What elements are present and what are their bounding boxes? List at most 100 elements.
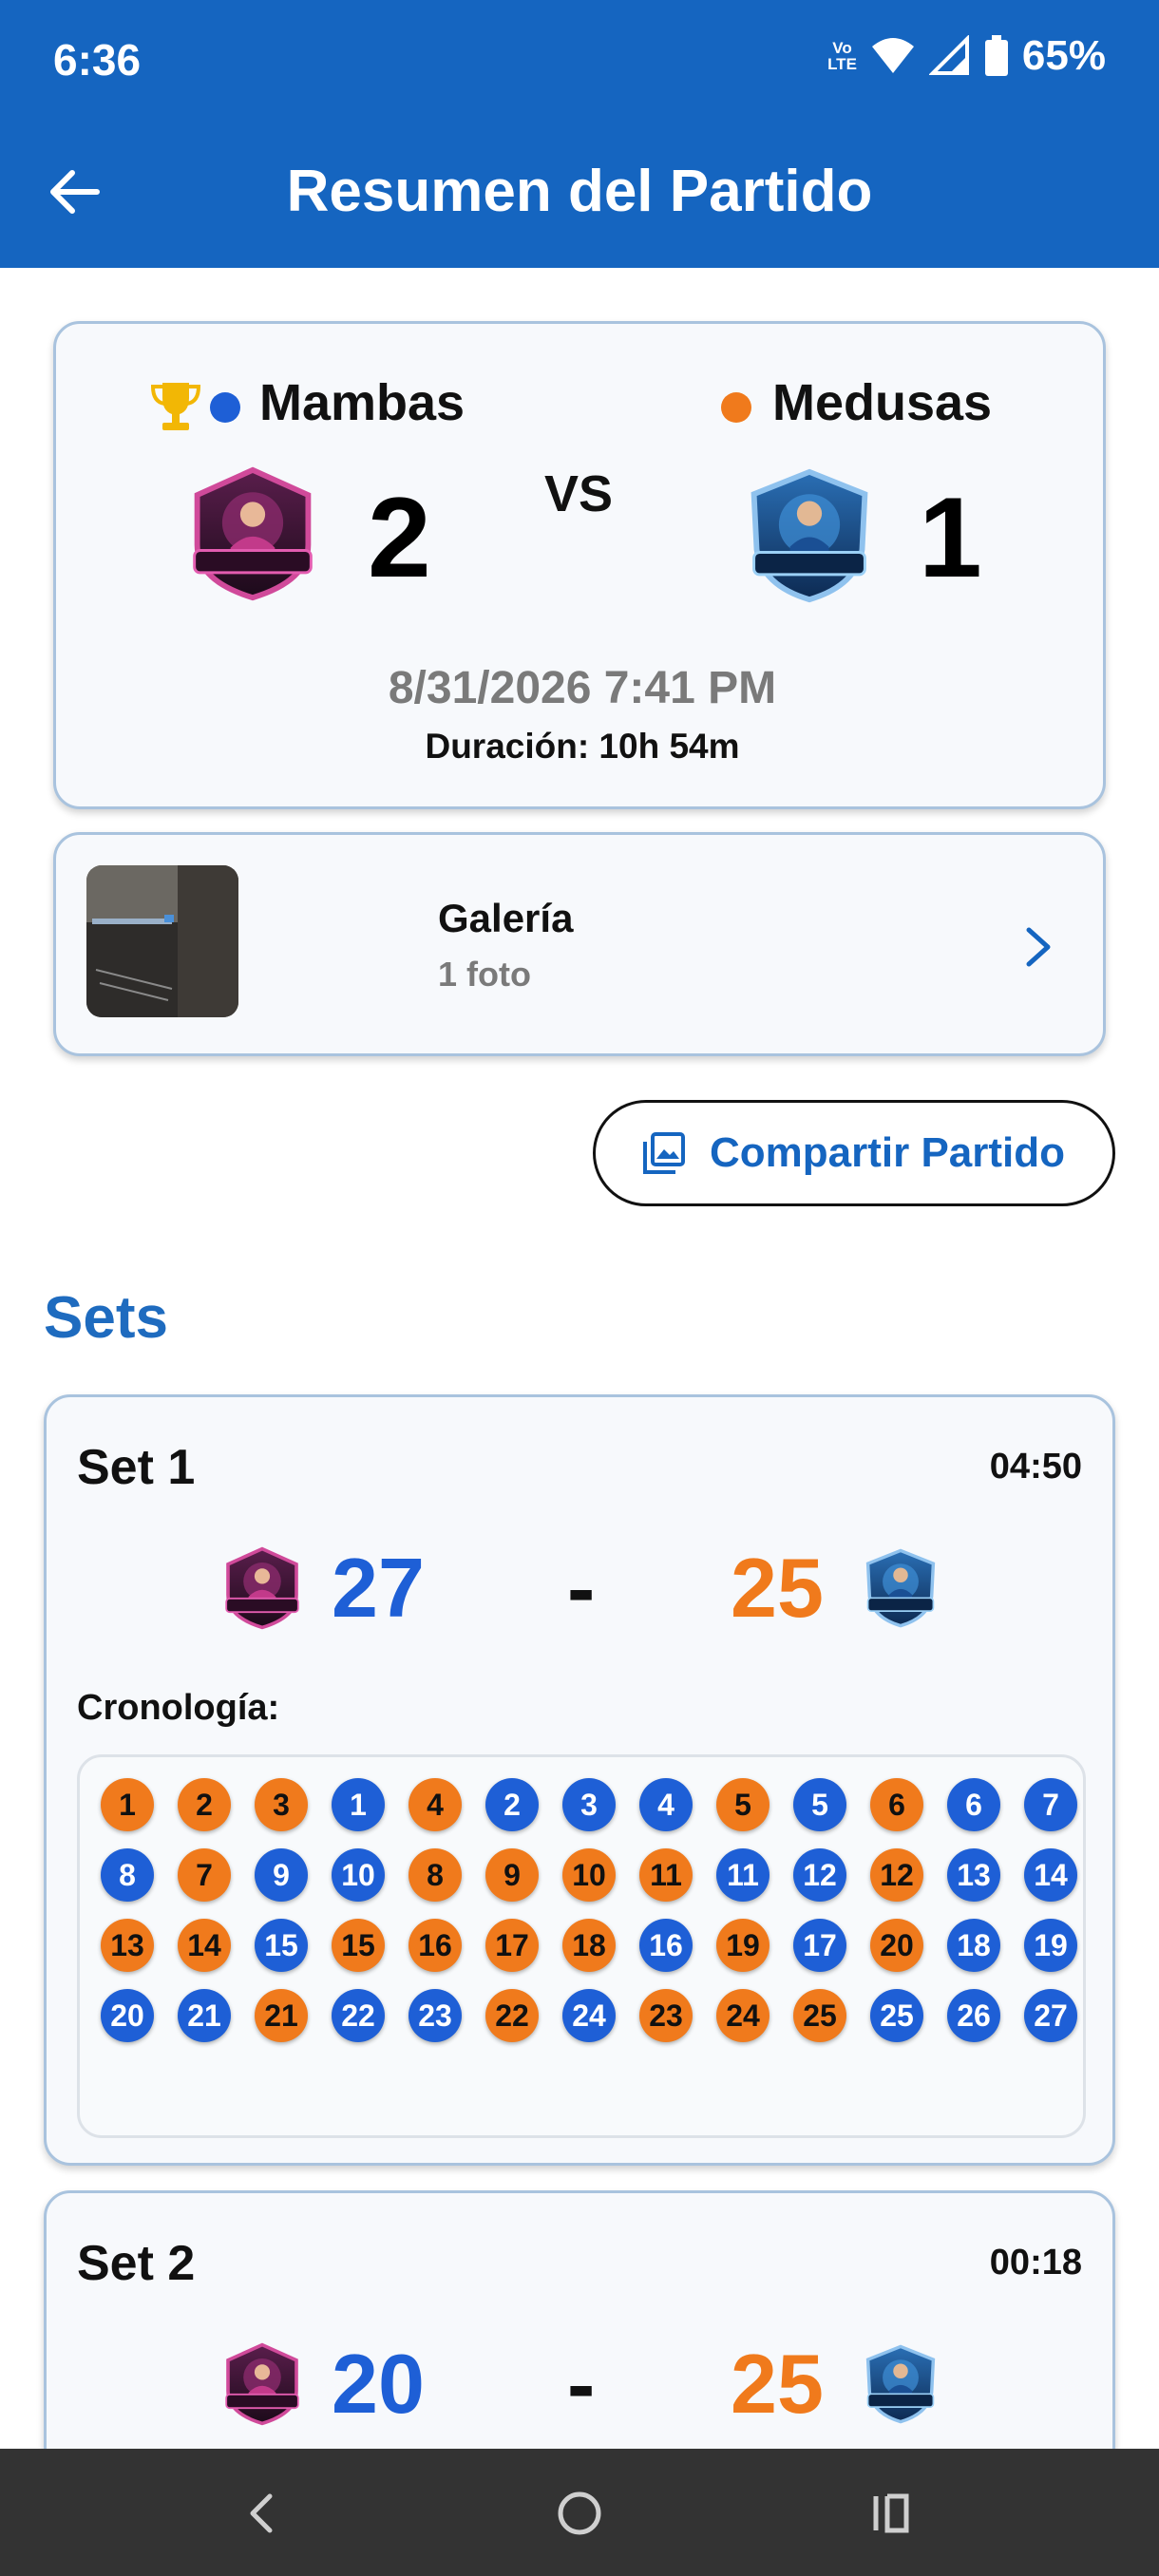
- timeline-point-team-b: 17: [485, 1919, 539, 1972]
- team-a-logo-small: [219, 2339, 305, 2429]
- timeline-point-team-a: 18: [947, 1919, 1000, 1972]
- timeline-point-team-b: 25: [793, 1989, 846, 2042]
- signal-icon: [928, 35, 969, 75]
- timeline-point-team-a: 24: [562, 1989, 616, 2042]
- team-a-logo: [183, 463, 322, 605]
- team-b-logo: [740, 463, 879, 609]
- chevron-right-icon[interactable]: [1017, 922, 1059, 972]
- team-a-name: Mambas: [259, 374, 466, 431]
- share-match-label: Compartir Partido: [709, 1129, 1066, 1176]
- set-score-team-a: 20: [332, 2337, 425, 2431]
- page-title: Resumen del Partido: [286, 159, 873, 224]
- set-score-team-b: 25: [731, 1541, 824, 1635]
- timeline-point-team-b: 19: [716, 1919, 770, 1972]
- timeline-point-team-b: 14: [178, 1919, 231, 1972]
- timeline-point-team-b: 9: [485, 1848, 539, 1902]
- team-a-logo-small: [219, 1544, 305, 1633]
- set-score-team-a: 27: [332, 1541, 425, 1635]
- team-b-logo-small: [860, 1544, 941, 1633]
- timeline-point-team-b: 4: [408, 1778, 462, 1831]
- timeline-point-team-b: 21: [255, 1989, 308, 2042]
- timeline-point-team-b: 10: [562, 1848, 616, 1902]
- timeline-point-team-b: 18: [562, 1919, 616, 1972]
- timeline-point-team-b: 16: [408, 1919, 462, 1972]
- timeline-point-team-a: 12: [793, 1848, 846, 1902]
- set-score-team-b: 25: [731, 2337, 824, 2431]
- timeline-point-team-b: 12: [870, 1848, 923, 1902]
- point-timeline: 1 2 3 1 4 2 3 4 5 5 6 6 7 8 7 9 10 8 9 10 11 11 12 12 13 14 13 14 15…: [77, 1754, 1086, 2138]
- timeline-point-team-a: 21: [178, 1989, 231, 2042]
- nav-back-icon[interactable]: [232, 2483, 293, 2544]
- timeline-point-team-b: 13: [101, 1919, 154, 1972]
- share-match-button[interactable]: Compartir Partido: [593, 1100, 1115, 1206]
- timeline-point-team-a: 20: [101, 1989, 154, 2042]
- timeline-point-team-b: 7: [178, 1848, 231, 1902]
- timeline-point-team-b: 6: [870, 1778, 923, 1831]
- timeline-point-team-a: 23: [408, 1989, 462, 2042]
- timeline-point-team-a: 6: [947, 1778, 1000, 1831]
- team-b-name: Medusas: [772, 374, 993, 431]
- wifi-icon: [871, 38, 914, 73]
- timeline-point-team-a: 25: [870, 1989, 923, 2042]
- image-share-icon: [642, 1132, 685, 1174]
- app-bar: Resumen del Partido: [0, 116, 1159, 268]
- timeline-point-team-b: 24: [716, 1989, 770, 2042]
- timeline-point-team-a: 9: [255, 1848, 308, 1902]
- set-title: Set 1: [77, 1440, 196, 1495]
- team-b-color-dot: [721, 392, 751, 423]
- team-b-logo-small: [860, 2339, 941, 2429]
- trophy-icon: [151, 383, 200, 430]
- timeline-point-team-b: 3: [255, 1778, 308, 1831]
- timeline-point-team-a: 2: [485, 1778, 539, 1831]
- timeline-point-team-b: 15: [332, 1919, 385, 1972]
- sets-section-title: Sets: [44, 1285, 168, 1351]
- timeline-point-team-b: 5: [716, 1778, 770, 1831]
- timeline-point-team-b: 1: [101, 1778, 154, 1831]
- timeline-point-team-a: 4: [639, 1778, 693, 1831]
- timeline-point-team-a: 27: [1024, 1989, 1077, 2042]
- timeline-point-team-b: 8: [408, 1848, 462, 1902]
- timeline-point-team-a: 15: [255, 1919, 308, 1972]
- timeline-point-team-a: 7: [1024, 1778, 1077, 1831]
- match-datetime: 8/31/2026 7:41 PM: [388, 663, 777, 713]
- timeline-point-team-a: 13: [947, 1848, 1000, 1902]
- timeline-point-team-a: 3: [562, 1778, 616, 1831]
- timeline-point-team-a: 10: [332, 1848, 385, 1902]
- score-separator: -: [567, 1541, 596, 1635]
- timeline-point-team-a: 8: [101, 1848, 154, 1902]
- volte-icon: Vo LTE: [827, 39, 857, 73]
- timeline-point-team-a: 5: [793, 1778, 846, 1831]
- status-bar: 6:36 Vo LTE 65%: [0, 0, 1159, 116]
- timeline-point-team-a: 16: [639, 1919, 693, 1972]
- timeline-point-team-a: 19: [1024, 1919, 1077, 1972]
- gallery-title: Galería: [438, 896, 574, 940]
- score-separator: -: [567, 2337, 596, 2431]
- gallery-thumbnail[interactable]: [86, 865, 238, 1017]
- timeline-point-team-a: 1: [332, 1778, 385, 1831]
- timeline-point-team-a: 14: [1024, 1848, 1077, 1902]
- battery-percent: 65%: [1021, 32, 1106, 79]
- team-a-color-dot: [210, 392, 240, 423]
- nav-recents-icon[interactable]: [863, 2483, 923, 2544]
- match-summary-card: Mambas 2 VS Medusas 1 8/31/2026 7:41 PM …: [53, 321, 1106, 809]
- battery-icon: [984, 35, 1008, 76]
- team-a-match-score: 2: [368, 474, 431, 601]
- timeline-point-team-b: 2: [178, 1778, 231, 1831]
- timeline-label: Cronología:: [77, 1688, 280, 1728]
- timeline-point-team-a: 17: [793, 1919, 846, 1972]
- set-title: Set 2: [77, 2236, 196, 2291]
- set-duration: 00:18: [989, 2243, 1082, 2282]
- vs-label: VS: [544, 465, 614, 522]
- status-time: 6:36: [53, 35, 142, 85]
- gallery-card[interactable]: Galería 1 foto: [53, 832, 1106, 1056]
- timeline-point-team-a: 26: [947, 1989, 1000, 2042]
- nav-home-icon[interactable]: [549, 2483, 610, 2544]
- team-b-match-score: 1: [919, 474, 982, 601]
- gallery-photo-count: 1 foto: [438, 955, 531, 994]
- set-card-1: Set 1 04:50 27 - 25 Cronología: 12314234…: [44, 1394, 1115, 2166]
- set-duration: 04:50: [989, 1447, 1082, 1487]
- match-duration: Duración: 10h 54m: [425, 727, 740, 766]
- timeline-point-team-a: 11: [716, 1848, 770, 1902]
- timeline-point-team-b: 20: [870, 1919, 923, 1972]
- timeline-point-team-b: 23: [639, 1989, 693, 2042]
